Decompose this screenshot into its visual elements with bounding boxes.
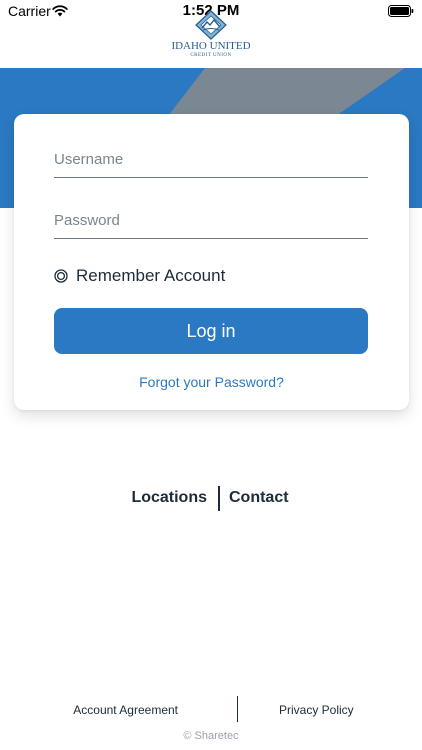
logo-mark-icon — [195, 10, 227, 40]
footer-divider — [237, 696, 238, 722]
password-input[interactable] — [54, 203, 368, 239]
radio-circle-icon — [54, 269, 68, 283]
battery-icon — [388, 4, 414, 22]
username-input[interactable] — [54, 142, 368, 178]
brand-subtitle: CREDIT UNION — [190, 53, 232, 58]
quick-links: Locations Contact — [0, 486, 422, 512]
brand-logo: IDAHO UNITED CREDIT UNION — [162, 10, 260, 60]
forgot-password-link[interactable]: Forgot your Password? — [14, 374, 409, 390]
remember-account-toggle[interactable]: Remember Account — [54, 264, 225, 288]
footer-links: Account Agreement Privacy Policy — [0, 696, 422, 722]
login-button[interactable]: Log in — [54, 308, 368, 354]
login-card: Remember Account Log in Forgot your Pass… — [14, 114, 409, 410]
privacy-policy-link[interactable]: Privacy Policy — [279, 703, 354, 717]
remember-account-label: Remember Account — [76, 266, 226, 285]
account-agreement-link[interactable]: Account Agreement — [73, 703, 178, 717]
contact-link[interactable]: Contact — [229, 489, 289, 507]
brand-name: IDAHO UNITED — [171, 40, 251, 52]
locations-link[interactable]: Locations — [131, 489, 207, 507]
copyright-text: © Sharetec — [183, 730, 239, 742]
link-divider — [218, 486, 220, 511]
